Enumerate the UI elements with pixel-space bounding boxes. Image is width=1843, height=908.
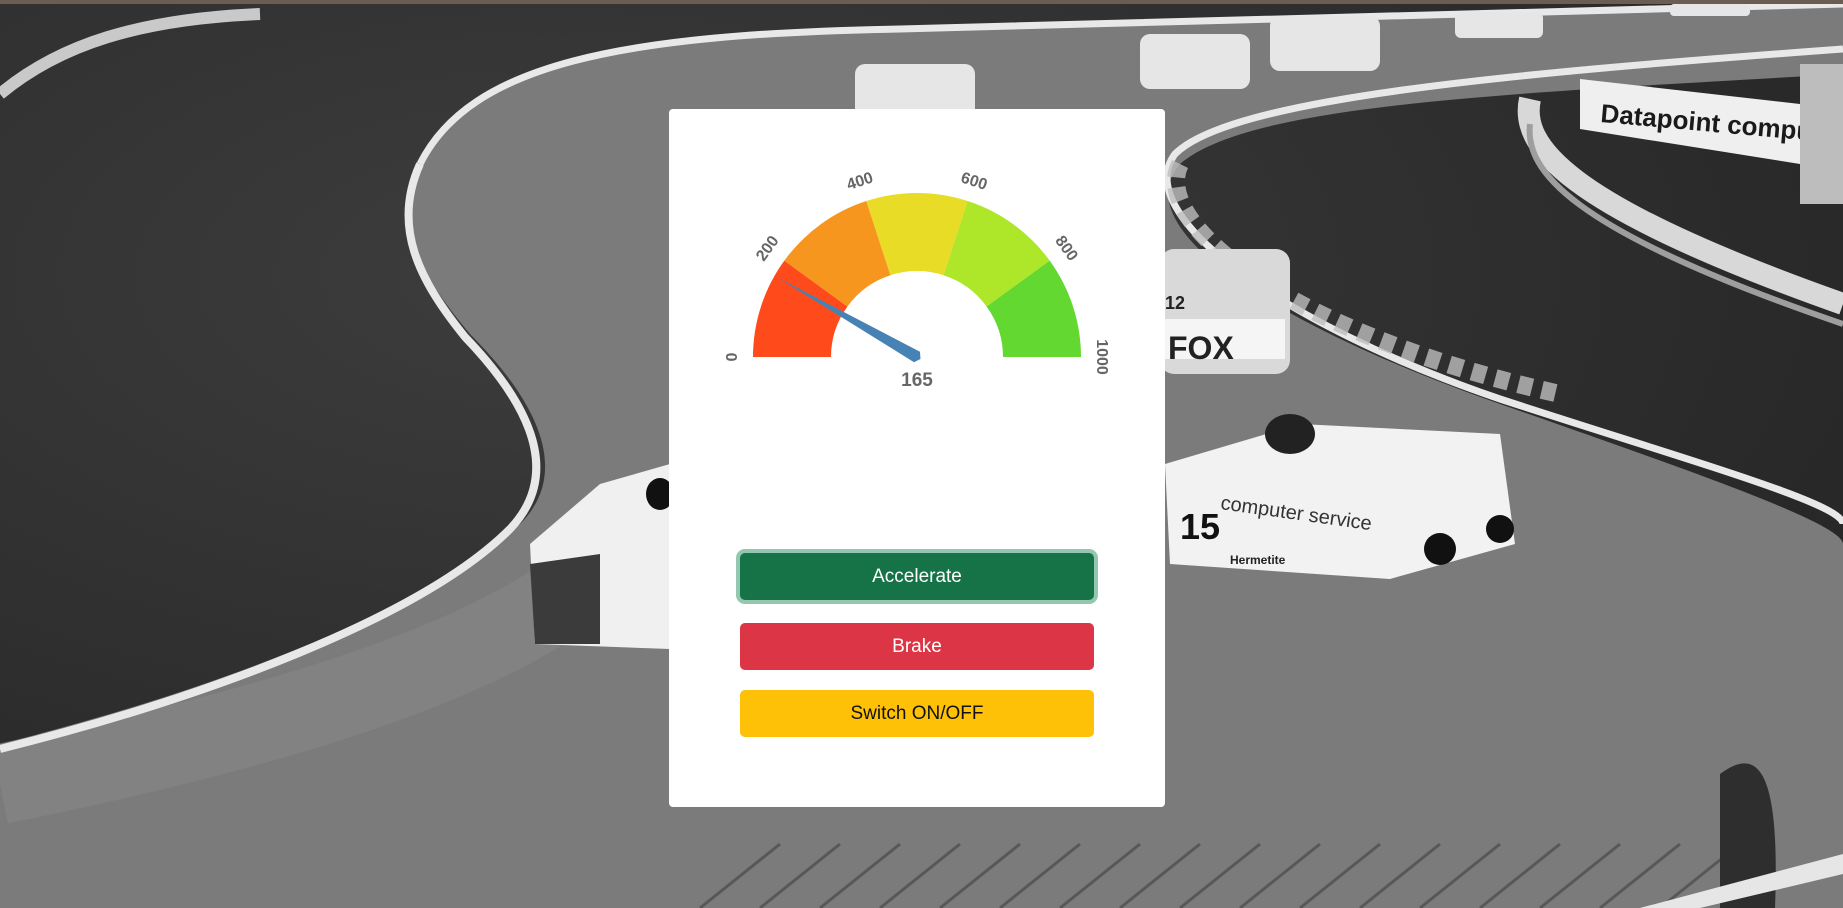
speed-gauge: 0 200 400 600 800 1000 165	[724, 169, 1110, 391]
svg-text:FOX: FOX	[1168, 330, 1234, 366]
gauge-tick-label: 1000	[1093, 339, 1110, 375]
gauge-tick-label: 200	[753, 233, 783, 265]
svg-text:12: 12	[1165, 293, 1185, 313]
speedometer-panel: 0 200 400 600 800 1000 165 Accelerate Brake S…	[669, 109, 1165, 807]
gauge-value-label: 165	[901, 370, 933, 391]
race-car-12: FOX 12	[1160, 249, 1290, 374]
svg-text:15: 15	[1180, 506, 1220, 547]
gauge-tick-label: 600	[959, 170, 990, 194]
gauge-tick-label: 0	[724, 352, 741, 361]
switch-on-off-button[interactable]: Switch ON/OFF	[740, 690, 1094, 737]
gauge-tick-label: 800	[1051, 233, 1081, 265]
svg-text:Hermetite: Hermetite	[1230, 553, 1286, 567]
brake-button[interactable]: Brake	[740, 623, 1094, 670]
gauge-tick-label: 400	[845, 169, 876, 193]
accelerate-button[interactable]: Accelerate	[740, 553, 1094, 600]
